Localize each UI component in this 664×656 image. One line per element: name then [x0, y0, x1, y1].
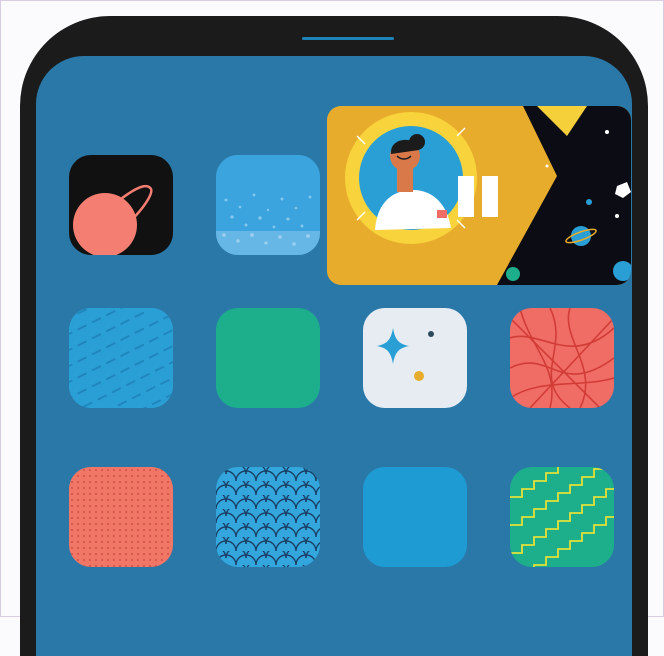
plain-blue-app-icon[interactable] [363, 467, 467, 567]
red-scribble-app-icon[interactable] [510, 308, 614, 408]
speaker-slot [302, 37, 394, 40]
speckled-blue-app-icon[interactable] [216, 155, 320, 255]
zigzag-icon [510, 467, 614, 567]
speckle-pattern-icon [216, 155, 320, 255]
zigzag-green-app-icon[interactable] [510, 467, 614, 567]
planet-app-icon[interactable] [69, 155, 173, 255]
picture-in-picture-window[interactable] [327, 106, 631, 285]
sparkle-app-icon[interactable] [363, 308, 467, 408]
green-app-icon[interactable] [216, 308, 320, 408]
astronaut-illustration [327, 106, 631, 285]
pause-icon[interactable] [458, 176, 474, 217]
pause-icon-bar[interactable] [482, 176, 498, 217]
scales-blue-app-icon[interactable] [216, 467, 320, 567]
scale-pattern-icon [216, 467, 320, 567]
striped-blue-app-icon[interactable] [69, 308, 173, 408]
planet-icon [73, 185, 153, 255]
dotted-coral-app-icon[interactable] [69, 467, 173, 567]
dot-pattern-icon [69, 467, 173, 567]
diagonal-stripes-icon [69, 308, 173, 408]
scribble-icon [510, 308, 614, 408]
sparkle-icon [377, 328, 434, 381]
